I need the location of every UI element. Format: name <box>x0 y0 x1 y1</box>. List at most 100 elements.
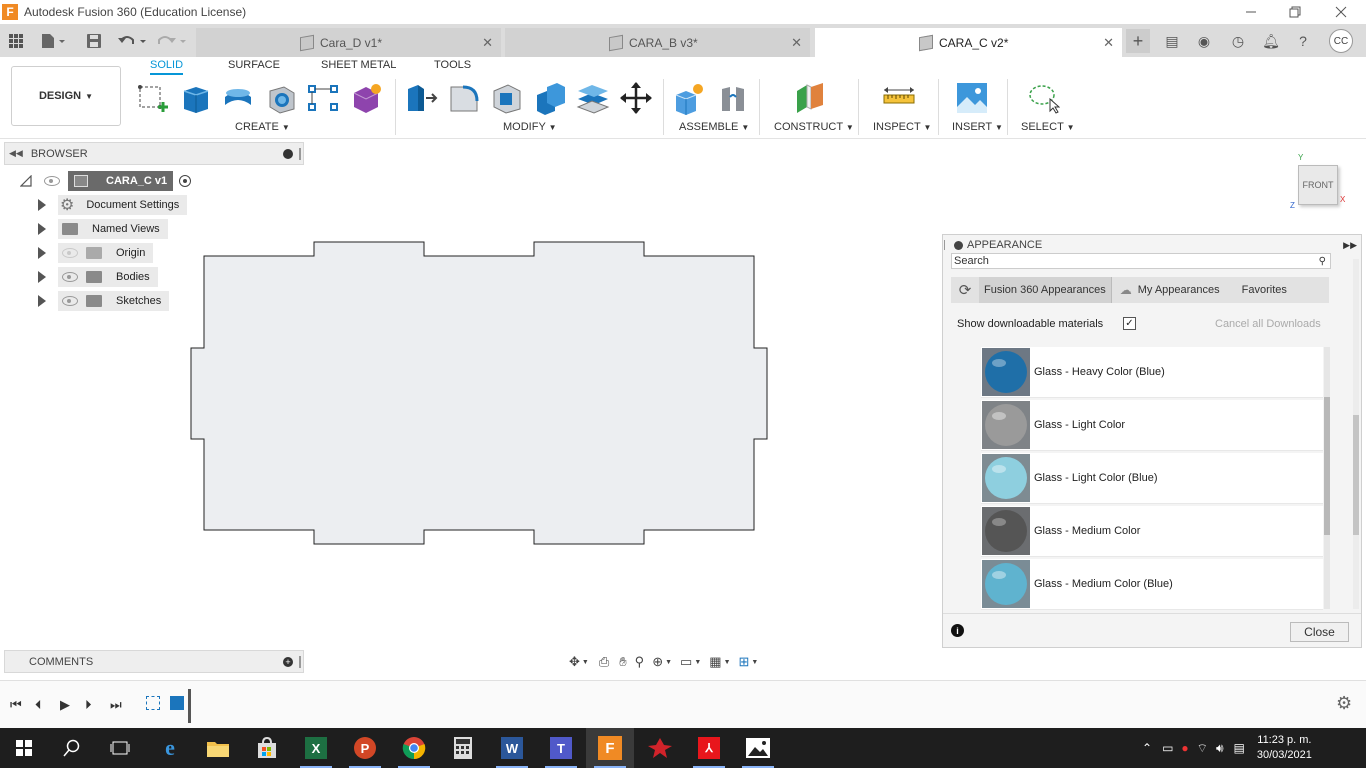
view-cube-face[interactable]: FRONT <box>1298 165 1338 205</box>
offset-plane-icon[interactable] <box>793 81 827 115</box>
panel-handle-icon[interactable] <box>944 240 946 250</box>
close-tab-icon[interactable]: ✕ <box>791 35 802 51</box>
press-pull-icon[interactable] <box>404 81 438 115</box>
tab-favorites[interactable]: Favorites <box>1242 284 1287 296</box>
list-item[interactable]: Glass - Heavy Color (Blue) <box>981 347 1323 398</box>
comments-button[interactable]: ▤ <box>1160 29 1184 53</box>
panel-handle-icon[interactable] <box>299 147 301 160</box>
redo-button[interactable] <box>156 30 188 52</box>
tree-item-origin[interactable]: Origin <box>38 243 154 263</box>
info-icon[interactable]: i <box>951 624 964 637</box>
look-at-icon[interactable]: ⎙ <box>599 654 609 670</box>
plus-circle-icon[interactable]: + <box>283 656 293 667</box>
file-explorer-app[interactable] <box>194 728 242 768</box>
hidden-eye-icon[interactable] <box>62 248 78 258</box>
data-panel-button[interactable] <box>6 30 26 52</box>
view-cube[interactable]: Y FRONT X Z <box>1288 153 1352 215</box>
sketch-feature-icon[interactable] <box>146 696 160 710</box>
assemble-menu[interactable]: ASSEMBLE ▼ <box>679 121 749 133</box>
save-button[interactable] <box>84 30 104 52</box>
cancel-downloads-link[interactable]: Cancel all Downloads <box>1215 318 1321 330</box>
create-menu[interactable]: CREATE ▼ <box>235 121 290 133</box>
notifications-button[interactable]: 🔔︎ <box>1259 29 1283 53</box>
tab-sheet-metal[interactable]: SHEET METAL <box>321 59 396 75</box>
workspace-switcher[interactable]: DESIGN ▼ <box>11 66 121 126</box>
activate-radio-icon[interactable] <box>179 175 192 187</box>
close-tab-icon[interactable]: ✕ <box>1103 35 1114 51</box>
select-lasso-icon[interactable] <box>1026 81 1060 115</box>
search-input[interactable]: Search ⚲ <box>951 253 1331 269</box>
refresh-icon[interactable]: ⟳ <box>951 281 979 299</box>
powerpoint-app[interactable]: P <box>341 728 389 768</box>
wifi-icon[interactable]: ⌔ <box>1197 741 1208 756</box>
list-scrollbar[interactable] <box>1324 347 1330 609</box>
task-view-button[interactable] <box>96 728 144 768</box>
maximize-button[interactable] <box>1272 0 1318 24</box>
show-downloadable-checkbox[interactable]: ✓ <box>1123 317 1136 330</box>
autodesk-app[interactable] <box>636 728 684 768</box>
photos-app[interactable] <box>734 728 782 768</box>
tab-fusion-appearances[interactable]: Fusion 360 Appearances <box>979 277 1112 303</box>
sync-icon[interactable]: ● <box>1181 741 1188 755</box>
tree-item-sketches[interactable]: Sketches <box>38 291 170 311</box>
tab-cara-c[interactable]: CARA_C v2* ✕ <box>815 28 1122 57</box>
insert-menu[interactable]: INSERT ▼ <box>952 121 1003 133</box>
tab-solid[interactable]: SOLID <box>150 59 184 75</box>
step-forward-icon[interactable]: ⏵ <box>85 697 92 713</box>
play-icon[interactable]: ▶ <box>60 697 70 713</box>
undo-button[interactable] <box>116 30 148 52</box>
go-to-start-icon[interactable]: ⏮ <box>10 697 22 713</box>
battery-icon[interactable]: ▭ <box>1162 741 1173 755</box>
edge-app[interactable]: e <box>146 728 194 768</box>
chrome-app[interactable] <box>390 728 438 768</box>
root-component-label[interactable]: CARA_C v1 <box>68 171 174 191</box>
zoom-icon[interactable]: ⚲ <box>635 654 645 670</box>
insert-image-icon[interactable] <box>955 81 989 115</box>
tab-my-appearances[interactable]: My Appearances <box>1138 284 1220 296</box>
job-status-button[interactable]: ◷ <box>1226 29 1250 53</box>
browser-root-node[interactable]: CARA_C v1 <box>20 171 192 191</box>
acrobat-app[interactable]: ⅄ <box>685 728 733 768</box>
visibility-eye-icon[interactable] <box>62 296 78 306</box>
extrude-icon[interactable] <box>178 81 212 115</box>
visibility-eye-icon[interactable] <box>62 272 78 282</box>
tab-cara-b[interactable]: CARA_B v3* ✕ <box>505 28 810 57</box>
combine-icon[interactable] <box>533 81 567 115</box>
grid-icon[interactable]: ▦ <box>709 654 721 670</box>
expand-arrow-icon[interactable] <box>38 199 46 211</box>
calculator-app[interactable] <box>439 728 487 768</box>
teams-app[interactable]: T <box>537 728 585 768</box>
help-button[interactable]: ? <box>1291 29 1315 53</box>
expand-arrow-icon[interactable] <box>38 271 46 283</box>
tab-cara-d[interactable]: Cara_D v1* ✕ <box>196 28 501 57</box>
inspect-menu[interactable]: INSPECT ▼ <box>873 121 931 133</box>
tree-item-bodies[interactable]: Bodies <box>38 267 158 287</box>
joint-icon[interactable] <box>716 81 750 115</box>
expand-arrow-icon[interactable] <box>38 295 46 307</box>
sketch-profile[interactable] <box>185 236 775 550</box>
pattern-icon[interactable] <box>306 81 340 115</box>
viewports-icon[interactable]: ⊞ <box>739 654 750 670</box>
store-app[interactable] <box>243 728 291 768</box>
expand-panel-icon[interactable]: ▶▶ <box>1343 240 1357 251</box>
panel-handle-icon[interactable] <box>299 655 301 668</box>
timeline-marker[interactable] <box>188 689 191 723</box>
search-taskbar-button[interactable] <box>48 728 96 768</box>
volume-icon[interactable]: 🔊︎ <box>1216 741 1224 756</box>
user-account-button[interactable]: CC <box>1329 29 1353 53</box>
step-back-icon[interactable]: ⏴ <box>35 697 42 713</box>
word-app[interactable]: W <box>488 728 536 768</box>
construct-menu[interactable]: CONSTRUCT ▼ <box>774 121 854 133</box>
go-to-end-icon[interactable]: ⏭ <box>110 697 122 713</box>
new-tab-button[interactable]: + <box>1126 29 1150 53</box>
close-tab-icon[interactable]: ✕ <box>482 35 493 51</box>
pan-icon[interactable]: ✋︎ <box>619 654 626 670</box>
notification-center-icon[interactable]: ▤ <box>1234 741 1245 755</box>
tab-surface[interactable]: SURFACE <box>228 59 280 75</box>
expanded-triangle-icon[interactable] <box>20 175 32 187</box>
clock[interactable]: 11:23 p. m. 30/03/2021 <box>1257 733 1312 763</box>
expand-arrow-icon[interactable] <box>38 223 46 235</box>
modify-menu[interactable]: MODIFY ▼ <box>503 121 557 133</box>
close-window-button[interactable] <box>1318 0 1364 24</box>
tab-tools[interactable]: TOOLS <box>434 59 471 75</box>
